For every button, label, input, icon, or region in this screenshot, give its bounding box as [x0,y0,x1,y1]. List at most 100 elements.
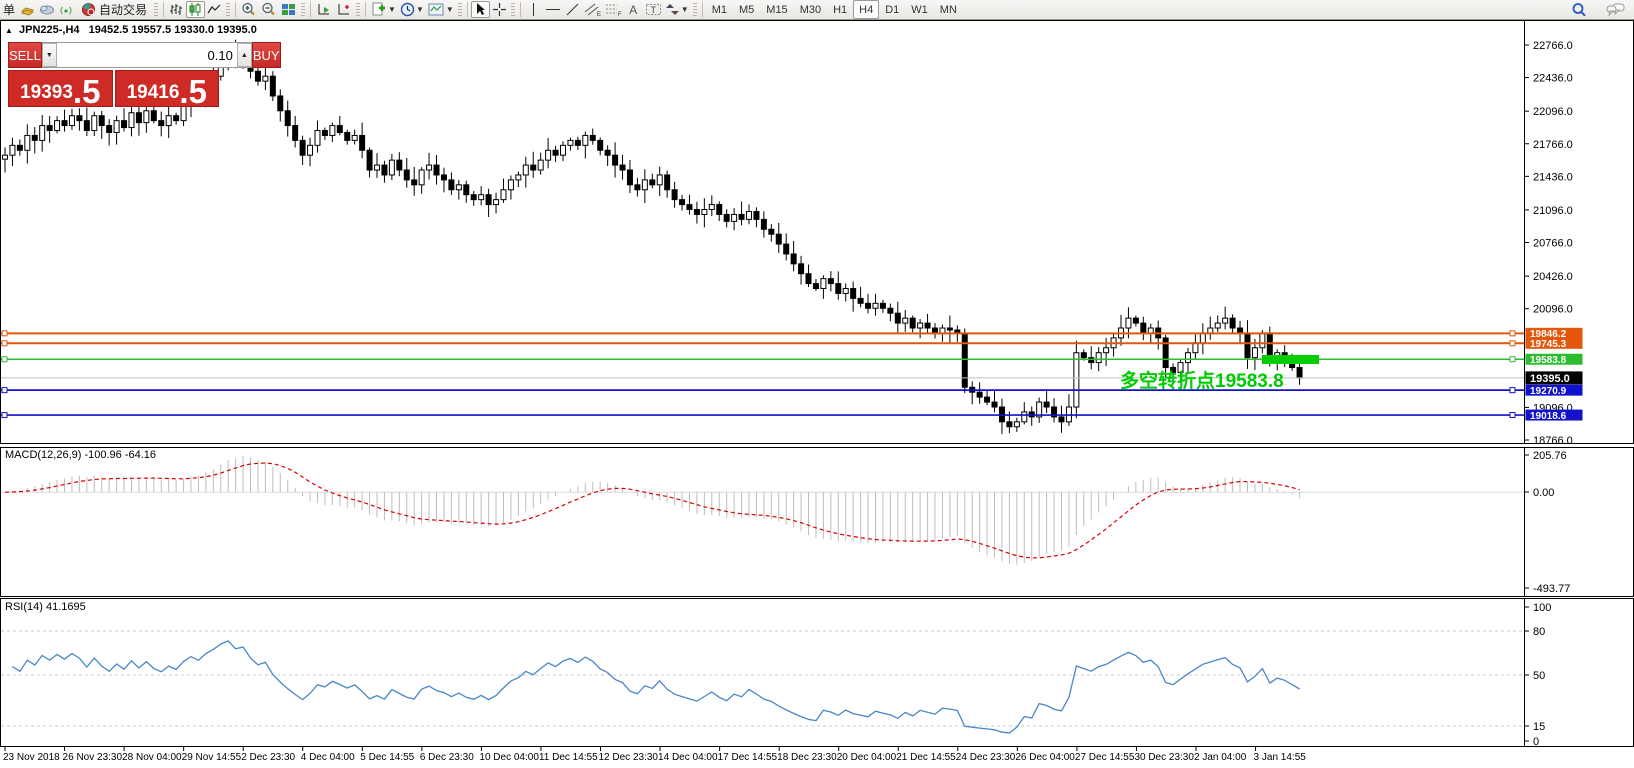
chat-icon[interactable] [1604,1,1628,18]
trendline-icon[interactable] [563,1,582,18]
sell-price-fraction: .5 [73,78,101,106]
timeframe-M1[interactable]: M1 [706,0,733,19]
cursor-icon[interactable] [471,1,490,18]
chart-annotation-text: 多空转折点19583.8 [1120,366,1284,393]
periods-button[interactable]: ▼ [398,1,426,18]
svg-text:20426.0: 20426.0 [1533,271,1573,283]
timeframe-D1[interactable]: D1 [879,0,905,19]
svg-text:4 Dec 04:00: 4 Dec 04:00 [301,752,355,763]
svg-text:21096.0: 21096.0 [1533,205,1573,217]
timeframe-H1[interactable]: H1 [827,0,853,19]
sell-button[interactable]: SELL [8,42,42,68]
svg-text:12 Dec 23:30: 12 Dec 23:30 [599,752,659,763]
svg-text:27 Dec 14:55: 27 Dec 14:55 [1075,752,1135,763]
svg-text:19270.9: 19270.9 [1530,386,1567,397]
one-click-trading-panel: SELL ▼ ▲ BUY 19393 .5 19416 .5 [8,42,219,107]
svg-text:14 Dec 04:00: 14 Dec 04:00 [658,752,718,763]
arrows-button[interactable]: ▼ [664,1,691,18]
timeframe-M5[interactable]: M5 [733,0,760,19]
signals-icon[interactable] [57,1,76,18]
chart-canvas[interactable]: 22766.022436.022096.021766.021436.021096… [0,0,1634,768]
svg-text:F: F [618,12,622,17]
fibonacci-icon[interactable]: F [603,1,624,18]
horizontal-line-icon[interactable] [543,1,563,18]
tile-windows-icon[interactable] [279,1,299,18]
zoom-in-icon[interactable] [239,1,259,18]
channel-icon[interactable]: E [582,1,603,18]
svg-text:21766.0: 21766.0 [1533,139,1573,151]
buy-price-fraction: .5 [179,78,207,106]
svg-text:21436.0: 21436.0 [1533,171,1573,183]
sell-price: 19393 [20,83,73,106]
svg-text:5 Dec 14:55: 5 Dec 14:55 [360,752,414,763]
auto-scroll-icon[interactable] [314,1,334,18]
svg-text:6 Dec 23:30: 6 Dec 23:30 [420,752,474,763]
history-center-icon[interactable] [37,1,57,18]
terminal-window: 单 自动交易 [0,0,1634,768]
svg-text:29 Nov 14:55: 29 Nov 14:55 [182,752,242,763]
chart-title-ohlc: 19452.5 19557.5 19330.0 19395.0 [89,24,257,36]
timeframe-MN[interactable]: MN [934,0,963,19]
search-icon[interactable] [1569,1,1590,18]
volume-input[interactable] [57,43,237,67]
timeframe-H4[interactable]: H4 [853,0,879,19]
svg-text:205.76: 205.76 [1533,450,1567,462]
order-text-partial: 单 [3,1,15,18]
svg-text:19583.8: 19583.8 [1530,355,1567,366]
svg-text:0: 0 [1533,736,1539,748]
svg-text:15: 15 [1533,721,1545,733]
chart-title-symbol: JPN225-,H4 [19,24,80,36]
candlestick-chart-icon[interactable] [186,1,205,18]
timeframe-M15[interactable]: M15 [760,0,793,19]
svg-text:23 Nov 2018: 23 Nov 2018 [3,752,60,763]
svg-text:19395.0: 19395.0 [1530,373,1570,385]
buy-quote[interactable]: 19416 .5 [115,70,220,107]
svg-text:-493.77: -493.77 [1533,583,1570,595]
svg-text:E: E [597,12,601,17]
svg-text:11 Dec 14:55: 11 Dec 14:55 [539,752,598,763]
timeframe-group: M1M5M15M30H1H4D1W1MN [706,0,963,19]
buy-price: 19416 [127,83,180,106]
crosshair-icon[interactable] [490,1,509,18]
bar-chart-icon[interactable] [167,1,186,18]
svg-text:30 Dec 23:30: 30 Dec 23:30 [1134,752,1194,763]
svg-text:10 Dec 04:00: 10 Dec 04:00 [479,752,539,763]
volume-decrease-button[interactable]: ▼ [42,43,57,67]
new-order-icon[interactable] [18,1,37,18]
rsi-label: RSI(14) 41.1695 [5,601,86,613]
svg-text:19745.3: 19745.3 [1530,339,1567,350]
svg-text:0.00: 0.00 [1533,487,1554,499]
indicators-button[interactable]: ▼ [369,1,398,18]
templates-button[interactable]: ▼ [426,1,456,18]
svg-text:20 Dec 04:00: 20 Dec 04:00 [837,752,897,763]
label-icon[interactable]: T [643,1,664,18]
chart-svg: 22766.022436.022096.021766.021436.021096… [0,0,1634,768]
timeframe-M30[interactable]: M30 [794,0,827,19]
svg-text:22096.0: 22096.0 [1533,106,1573,118]
svg-text:19018.6: 19018.6 [1530,411,1567,422]
chart-shift-icon[interactable] [334,1,354,18]
svg-text:21 Dec 14:55: 21 Dec 14:55 [896,752,956,763]
sell-quote[interactable]: 19393 .5 [8,70,113,107]
volume-increase-button[interactable]: ▲ [237,43,252,67]
text-icon[interactable]: A [624,1,643,18]
auto-trading-label: 自动交易 [99,1,147,18]
zoom-out-icon[interactable] [259,1,279,18]
auto-trading-button[interactable]: 自动交易 [76,1,152,18]
svg-text:2 Jan 04:00: 2 Jan 04:00 [1194,752,1247,763]
svg-text:20096.0: 20096.0 [1533,304,1573,316]
svg-text:100: 100 [1533,602,1551,614]
svg-text:24 Dec 23:30: 24 Dec 23:30 [956,752,1016,763]
buy-button[interactable]: BUY [252,42,281,68]
timeframe-W1[interactable]: W1 [905,0,934,19]
svg-text:28 Nov 04:00: 28 Nov 04:00 [122,752,182,763]
svg-text:18 Dec 23:30: 18 Dec 23:30 [777,752,837,763]
svg-text:26 Nov 23:30: 26 Nov 23:30 [63,752,123,763]
line-chart-icon[interactable] [205,1,224,18]
svg-text:18766.0: 18766.0 [1533,435,1573,447]
svg-text:2 Dec 23:30: 2 Dec 23:30 [241,752,295,763]
volume-spinner: ▼ ▲ [42,42,252,68]
vertical-line-icon[interactable] [524,1,543,18]
svg-text:50: 50 [1533,670,1545,682]
collapse-panel-icon[interactable]: ▲ [5,26,13,35]
